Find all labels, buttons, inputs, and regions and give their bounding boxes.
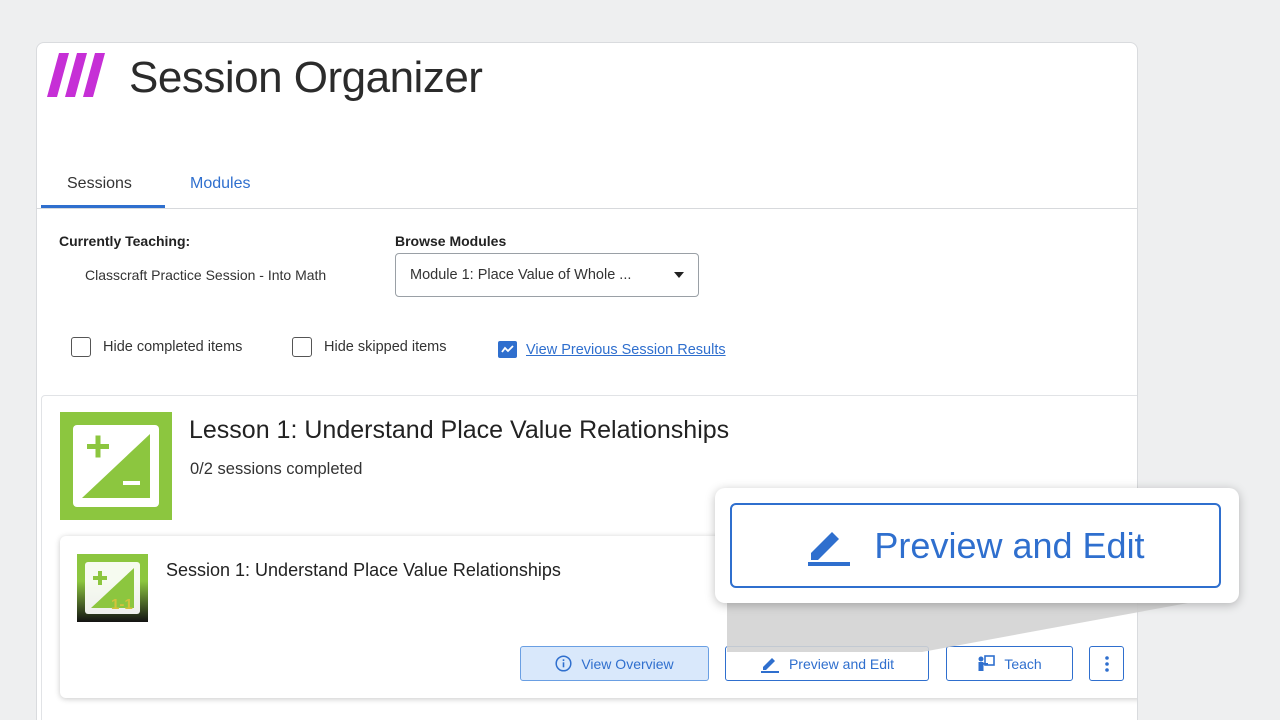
pencil-icon [760, 657, 779, 673]
teach-button[interactable]: Teach [946, 646, 1073, 681]
module-select-value: Module 1: Place Value of Whole ... [410, 267, 632, 283]
teach-label: Teach [1004, 655, 1042, 672]
hide-completed-label: Hide completed items [103, 339, 243, 355]
presenter-icon [978, 655, 996, 671]
kebab-menu-icon [1104, 655, 1109, 672]
trend-chart-icon [498, 341, 517, 358]
checkbox-icon [71, 337, 91, 357]
info-icon [555, 655, 572, 672]
tab-bar: Sessions Modules [37, 163, 1137, 209]
callout-preview-and-edit-button: Preview and Edit [730, 503, 1221, 588]
session-badge-text: 1-1 [111, 596, 133, 613]
hide-completed-checkbox[interactable]: Hide completed items [71, 337, 242, 357]
pencil-icon [808, 531, 851, 566]
preview-and-edit-button[interactable]: Preview and Edit [725, 646, 929, 681]
hide-skipped-label: Hide skipped items [324, 339, 447, 355]
view-overview-button[interactable]: View Overview [520, 646, 709, 681]
callout-label: Preview and Edit [874, 524, 1145, 566]
session-icon: 1-1 [77, 554, 148, 622]
page-title: Session Organizer [129, 53, 483, 102]
lesson-icon [60, 412, 172, 520]
app-window: Session Organizer Sessions Modules Curre… [36, 42, 1138, 720]
active-tab-indicator [41, 205, 165, 208]
caret-down-icon [674, 272, 684, 278]
tab-sessions[interactable]: Sessions [67, 175, 132, 193]
checkbox-icon [292, 337, 312, 357]
view-overview-label: View Overview [581, 655, 674, 672]
hide-skipped-checkbox[interactable]: Hide skipped items [292, 337, 447, 357]
zoom-callout: Preview and Edit [715, 488, 1239, 603]
currently-teaching-label: Currently Teaching: [59, 233, 191, 249]
module-select[interactable]: Module 1: Place Value of Whole ... [395, 253, 699, 297]
brand-stripes-logo [47, 53, 105, 97]
session-title: Session 1: Understand Place Value Relati… [166, 560, 561, 580]
more-options-button[interactable] [1089, 646, 1124, 681]
browse-modules-label: Browse Modules [395, 233, 507, 249]
lesson-progress: 0/2 sessions completed [190, 460, 363, 478]
lesson-title: Lesson 1: Understand Place Value Relatio… [189, 416, 730, 444]
view-results-label: View Previous Session Results [526, 341, 726, 358]
view-results-link[interactable]: View Previous Session Results [498, 341, 726, 358]
preview-and-edit-label: Preview and Edit [788, 655, 895, 672]
tab-modules[interactable]: Modules [190, 175, 250, 193]
app-header: Session Organizer [37, 43, 1137, 163]
currently-teaching-value: Classcraft Practice Session - Into Math [85, 267, 327, 283]
